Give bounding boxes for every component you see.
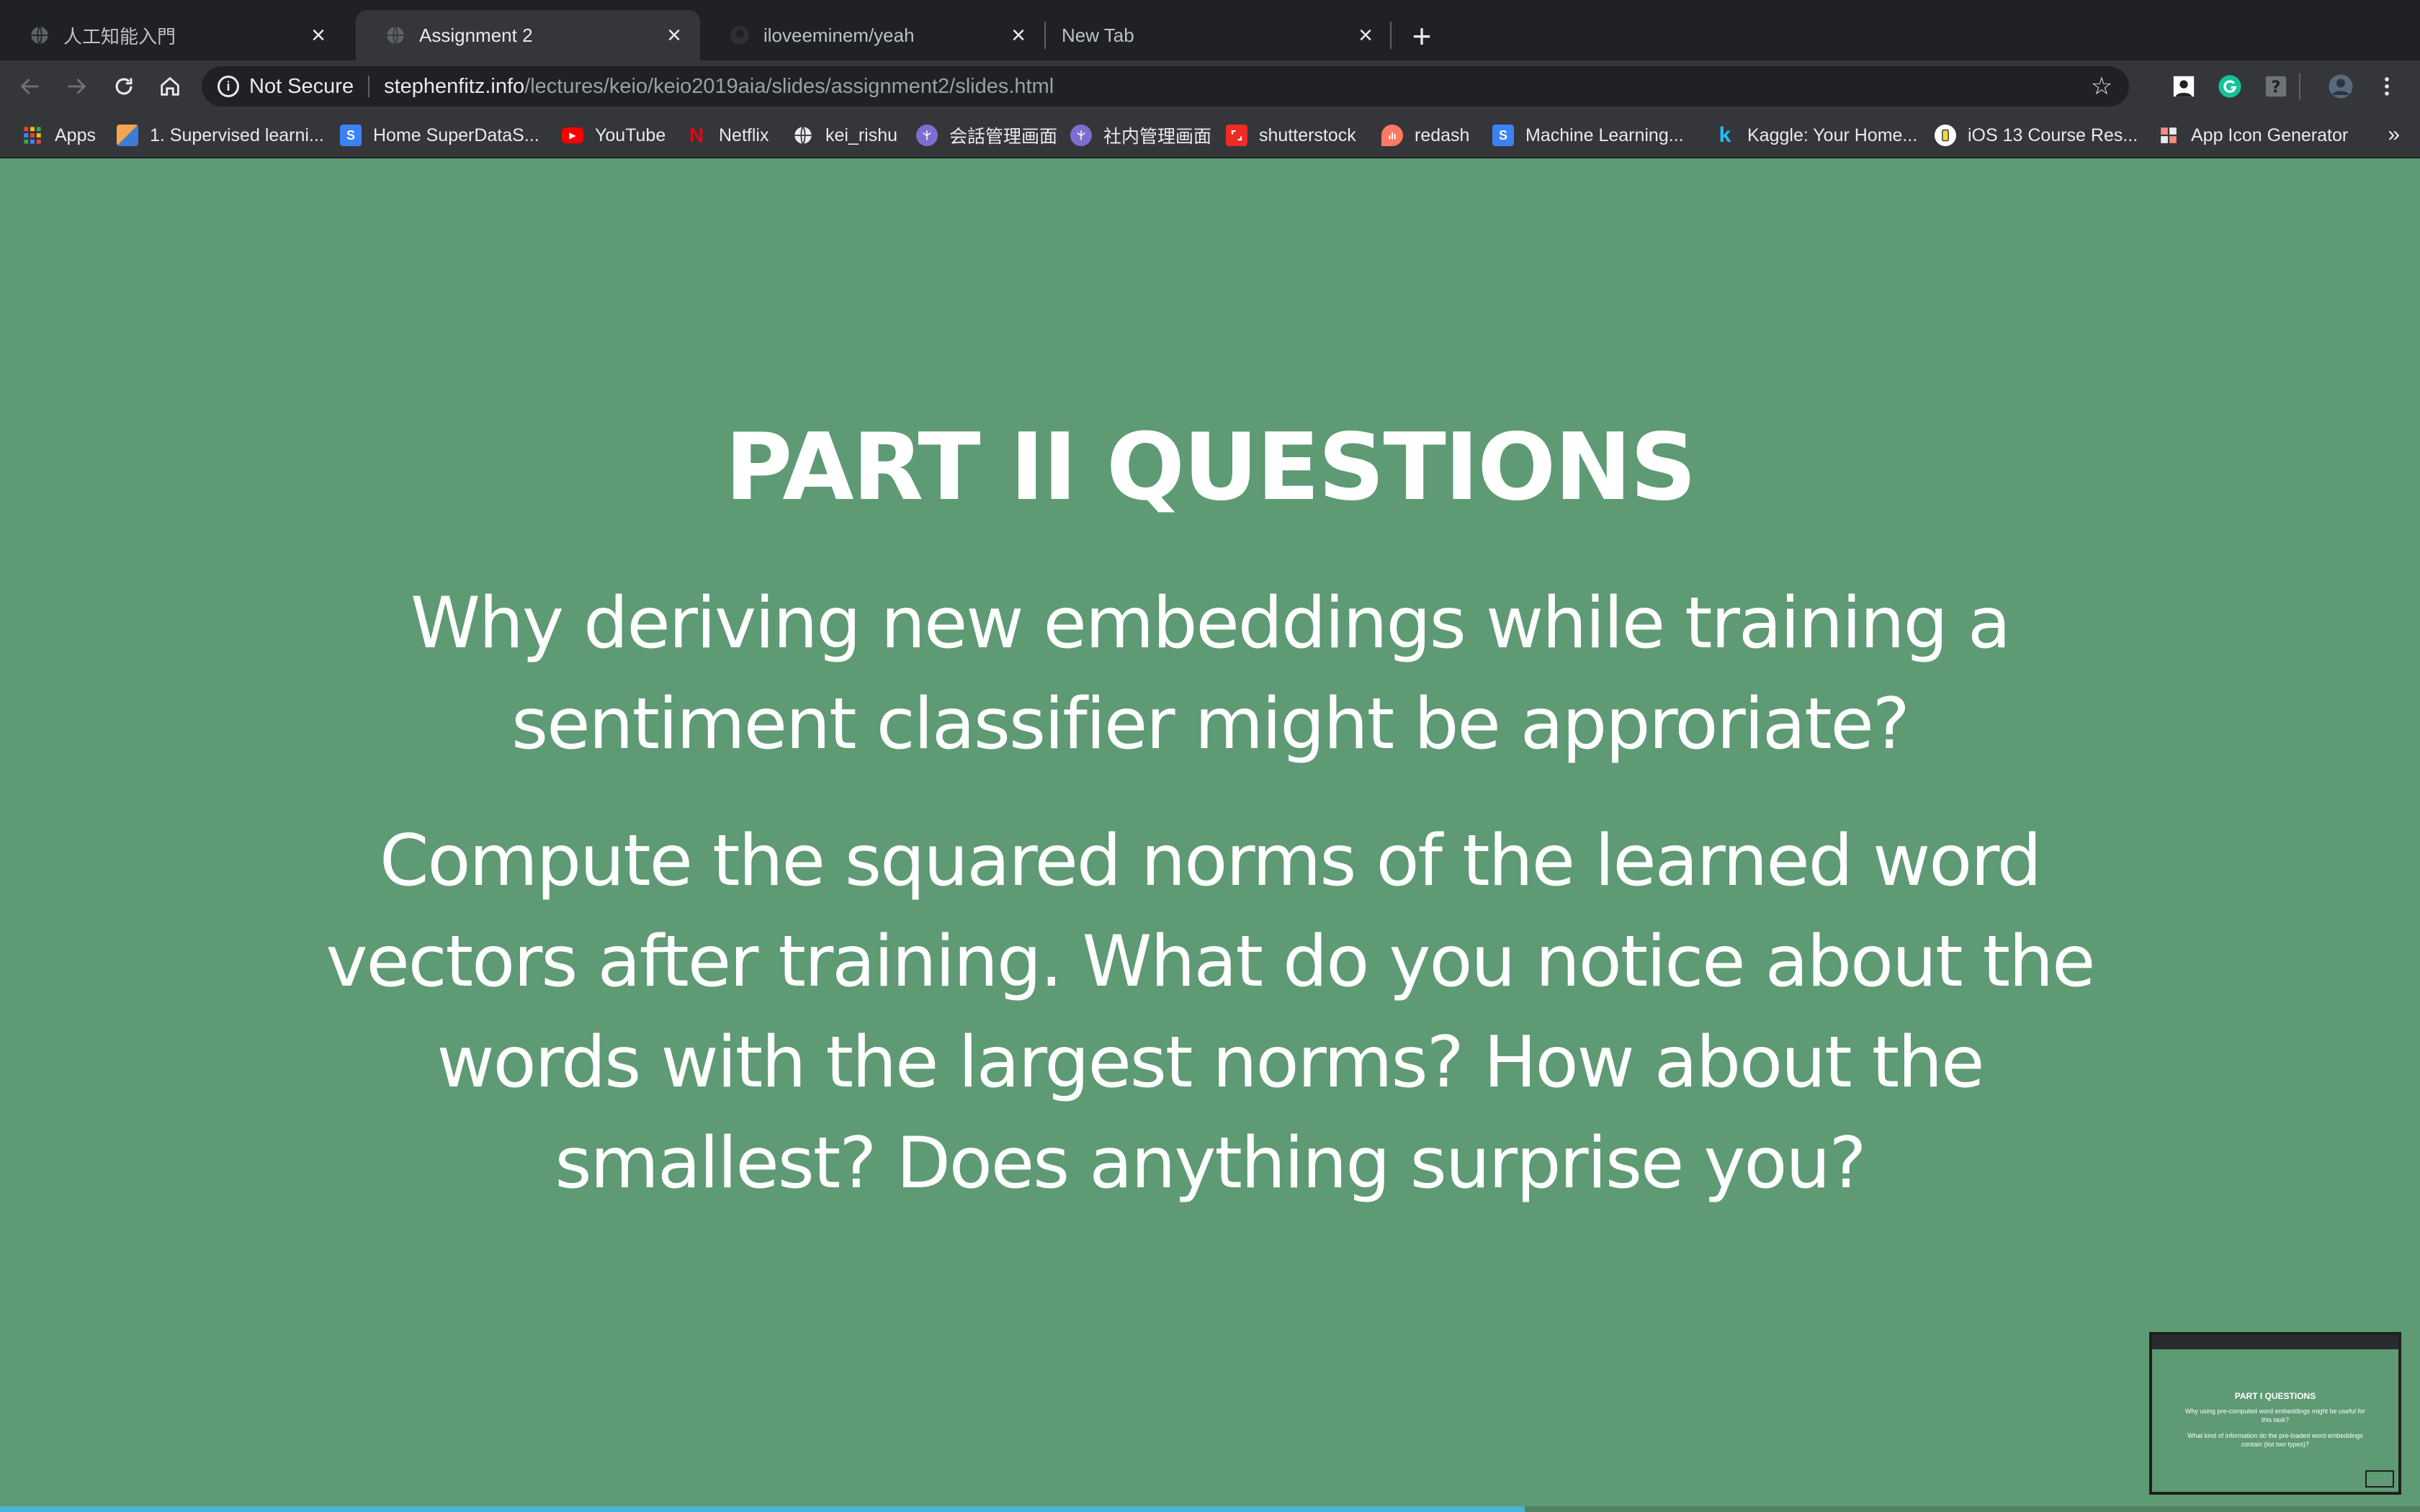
netflix-icon: N	[689, 124, 704, 146]
tab-new-tab[interactable]: New Tab ×	[1047, 10, 1392, 60]
profile-extension-icon[interactable]	[2171, 73, 2197, 99]
bookmark-label: Netflix	[719, 125, 769, 145]
bookmark-label: App Icon Generator	[2191, 125, 2349, 145]
slide-progress-bar	[0, 1506, 2420, 1512]
bookmark-supervised-learning[interactable]: 1. Supervised learni...	[117, 122, 324, 148]
address-bar[interactable]: i Not Secure stephenfitz.info/lectures/k…	[202, 66, 2129, 107]
omnibox-divider	[368, 76, 370, 97]
bookmarks-overflow-button[interactable]: »	[2388, 122, 2400, 147]
ios-course-icon	[1935, 125, 1956, 146]
grammarly-icon[interactable]	[2217, 73, 2243, 99]
tab-iloveeminem[interactable]: iloveeminem/yeah ×	[700, 10, 1044, 60]
redash-icon	[1381, 125, 1403, 146]
globe-icon	[792, 125, 814, 146]
machine-learning-icon: S	[1492, 125, 1514, 146]
bookmark-kei-rishu[interactable]: kei_rishu	[792, 122, 897, 148]
home-icon	[161, 76, 179, 96]
url-path: /lectures/keio/keio2019aia/slides/assign…	[524, 74, 1054, 98]
toolbar-divider	[2299, 73, 2300, 99]
new-tab-button[interactable]: +	[1404, 17, 1439, 55]
reload-icon	[115, 78, 133, 95]
globe-icon	[385, 24, 406, 46]
forward-button[interactable]	[58, 68, 95, 105]
tab-strip: 人工知能入門 × Assignment 2 × iloveeminem/yeah…	[0, 0, 2420, 60]
bookmark-youtube[interactable]: ▶ YouTube	[562, 122, 666, 148]
bookmark-redash[interactable]: redash	[1381, 122, 1469, 148]
tab-title: iloveeminem/yeah	[763, 24, 915, 46]
question-1: Why deriving new embeddings while traini…	[410, 582, 2011, 765]
thumbnail-title: PART I QUESTIONS	[2234, 1391, 2316, 1401]
bookmark-shanai-kanri[interactable]: 社内管理画面	[1070, 122, 1211, 148]
avatar[interactable]	[2328, 73, 2354, 99]
menu-kebab-icon[interactable]	[2374, 73, 2400, 99]
bookmark-shutterstock[interactable]: shutterstock	[1226, 122, 1356, 148]
close-icon[interactable]: ×	[1005, 22, 1031, 48]
bookmark-apps[interactable]: Apps	[22, 122, 96, 148]
kaggle-icon: k	[1718, 123, 1731, 147]
bookmark-label: Machine Learning...	[1525, 125, 1684, 145]
bookmark-machine-learning[interactable]: S Machine Learning...	[1492, 122, 1684, 148]
bookmark-label: Kaggle: Your Home...	[1747, 125, 1918, 145]
home-button[interactable]	[151, 68, 189, 105]
bookmark-label: kei_rishu	[825, 125, 898, 145]
bookmark-label: 1. Supervised learni...	[150, 125, 324, 145]
bookmark-netflix[interactable]: N Netflix	[686, 122, 769, 148]
url-host: stephenfitz.info	[384, 74, 525, 98]
bookmark-label: 社内管理画面	[1103, 127, 1212, 147]
tab-assignment-2[interactable]: Assignment 2 ×	[356, 10, 700, 60]
svg-text:?: ?	[2271, 78, 2280, 97]
apps-grid-icon	[22, 125, 43, 146]
bookmark-superdatascience[interactable]: S Home SuperDataS...	[340, 122, 539, 148]
github-icon	[729, 24, 750, 46]
close-icon[interactable]: ×	[1353, 22, 1379, 48]
bookmark-kaiwa-kanri[interactable]: 会話管理画面	[916, 122, 1057, 148]
bookmark-label: YouTube	[595, 125, 666, 145]
bookmark-label: Home SuperDataS...	[373, 125, 539, 145]
youtube-icon: ▶	[562, 127, 583, 143]
superdatascience-icon: S	[340, 125, 362, 146]
supervised-icon	[117, 125, 138, 146]
chat-admin-icon	[916, 125, 938, 146]
tab-separator	[1390, 22, 1392, 49]
back-button[interactable]	[12, 68, 49, 105]
thumbnail-question-1: Why using pre-computed word embeddings m…	[2184, 1408, 2366, 1423]
globe-icon	[29, 24, 50, 46]
bookmark-label: shutterstock	[1259, 125, 1356, 145]
tab-jinkou-chinou[interactable]: 人工知能入門 ×	[0, 10, 344, 60]
bookmark-kaggle[interactable]: k Kaggle: Your Home...	[1714, 122, 1918, 148]
bookmark-app-icon-generator[interactable]: App Icon Generator	[2158, 122, 2348, 148]
bookmarks-bar: Apps 1. Supervised learni... S Home Supe…	[0, 112, 2420, 158]
slide-thumbnail-preview[interactable]: PART I QUESTIONS Why using pre-computed …	[2149, 1332, 2401, 1495]
internal-admin-icon	[1070, 125, 1092, 146]
tab-title: New Tab	[1062, 24, 1134, 46]
help-extension-icon[interactable]: ?	[2263, 73, 2289, 99]
close-icon[interactable]: ×	[661, 22, 687, 48]
toolbar: i Not Secure stephenfitz.info/lectures/k…	[0, 60, 2420, 112]
bookmark-label: iOS 13 Course Res...	[1968, 125, 2138, 145]
slide-progress-fill	[0, 1506, 1525, 1512]
app-icon-generator-icon	[2158, 125, 2179, 146]
slide-title: PART II QUESTIONS	[725, 414, 1696, 521]
tab-separator	[1044, 22, 1046, 49]
bookmark-label: redash	[1415, 125, 1470, 145]
slide: PART II QUESTIONS Why deriving new embed…	[0, 158, 2420, 1512]
arrow-left-icon	[20, 78, 39, 94]
tab-title: Assignment 2	[419, 24, 533, 46]
question-2: Compute the squared norms of the learned…	[326, 820, 2096, 1205]
reload-button[interactable]	[105, 68, 143, 105]
tab-title: 人工知能入門	[63, 25, 176, 48]
bookmark-label: Apps	[55, 125, 96, 145]
close-icon[interactable]: ×	[305, 22, 331, 48]
shutterstock-icon	[1226, 125, 1247, 146]
arrow-right-icon	[68, 78, 86, 94]
thumbnail-browser-bar	[2152, 1335, 2398, 1349]
bookmark-label: 会話管理画面	[949, 127, 1058, 147]
info-icon[interactable]: i	[218, 76, 239, 97]
security-label: Not Secure	[249, 74, 354, 98]
bookmark-ios-course[interactable]: iOS 13 Course Res...	[1935, 122, 2138, 148]
star-icon[interactable]: ☆	[2089, 73, 2115, 100]
thumbnail-mini-preview	[2365, 1470, 2394, 1488]
thumbnail-question-2: What kind of information do the pre-load…	[2187, 1432, 2363, 1448]
